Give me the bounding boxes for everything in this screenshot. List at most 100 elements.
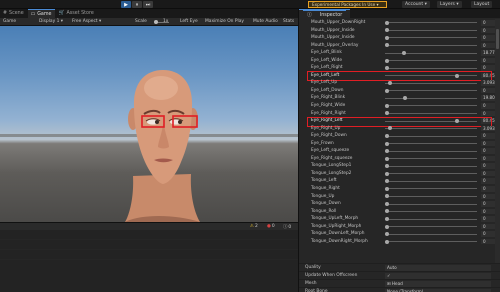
tab-scene[interactable]: # Scene: [0, 9, 28, 18]
stats-toggle[interactable]: Stats: [283, 18, 294, 26]
blendshape-slider-track[interactable]: [385, 52, 477, 54]
warning-icon: ⚠: [250, 224, 254, 229]
blendshape-label: Eye_Right_Up: [311, 125, 341, 131]
blendshape-slider-thumb[interactable]: [385, 164, 389, 169]
blendshape-slider-track[interactable]: [385, 82, 477, 84]
blendshape-slider-track[interactable]: [385, 120, 477, 122]
blendshape-slider-thumb[interactable]: [385, 224, 389, 229]
blendshape-label: Tongue_UpLeft_Morph: [311, 216, 359, 222]
blendshape-row: Eye_Right_Wide 0: [299, 102, 500, 110]
blendshape-slider-track[interactable]: [385, 233, 477, 235]
blendshape-slider-track[interactable]: [385, 158, 477, 160]
blendshape-slider-track[interactable]: [385, 180, 477, 182]
blendshape-row: Tongue_DownRight_Morph 0: [299, 238, 500, 246]
blendshape-slider-track[interactable]: [385, 143, 477, 145]
blendshape-slider-track[interactable]: [385, 60, 477, 62]
console-log-area[interactable]: [0, 230, 298, 292]
blendshape-slider-thumb[interactable]: [385, 88, 389, 93]
blendshape-slider-track[interactable]: [385, 128, 477, 130]
blendshape-slider-thumb[interactable]: [385, 171, 389, 176]
blendshape-slider-thumb[interactable]: [385, 194, 389, 199]
blendshape-slider-track[interactable]: [385, 112, 477, 114]
blendshape-slider-track[interactable]: [385, 135, 477, 137]
scrollbar-thumb[interactable]: [496, 29, 499, 49]
blendshape-slider-track[interactable]: [385, 105, 477, 107]
blendshape-row: Eye_Frown 0: [299, 140, 500, 148]
scale-slider-thumb[interactable]: [154, 20, 158, 24]
warning-count[interactable]: ⚠ 2: [250, 224, 258, 229]
blendshape-slider-track[interactable]: [385, 29, 477, 31]
blendshape-slider-track[interactable]: [385, 211, 477, 213]
blendshape-label: Eye_Left_Blink: [311, 50, 342, 56]
tab-game[interactable]: ▭ Game: [27, 9, 56, 18]
blendshape-slider-thumb[interactable]: [385, 111, 389, 116]
blendshape-slider-thumb[interactable]: [402, 96, 407, 101]
blendshape-slider-thumb[interactable]: [385, 149, 389, 154]
blendshape-slider-track[interactable]: [385, 188, 477, 190]
blendshape-slider-thumb[interactable]: [385, 186, 389, 191]
mute-audio-toggle[interactable]: Mute Audio: [253, 18, 278, 26]
blendshape-slider-thumb[interactable]: [385, 156, 389, 161]
blendshape-slider-track[interactable]: [385, 195, 477, 197]
pause-button[interactable]: ⏸: [132, 1, 142, 8]
blendshape-slider-track[interactable]: [385, 150, 477, 152]
blendshape-slider-thumb[interactable]: [385, 217, 389, 222]
blendshape-slider-track[interactable]: [385, 90, 477, 92]
blendshape-slider-thumb[interactable]: [455, 118, 460, 123]
game-viewport[interactable]: [0, 26, 298, 222]
blendshape-slider-thumb[interactable]: [385, 58, 389, 63]
blendshape-slider-thumb[interactable]: [385, 43, 389, 48]
inspector-scrollbar[interactable]: [495, 19, 500, 263]
blendshape-slider-track[interactable]: [385, 241, 477, 243]
blendshape-label: Tongue_DownRight_Morph: [311, 238, 368, 244]
blendshape-slider-track[interactable]: [385, 218, 477, 220]
blendshape-slider-thumb[interactable]: [385, 209, 389, 214]
inspector-tab[interactable]: ⓘ Inspector: [299, 9, 351, 19]
account-dropdown[interactable]: Account ▾: [402, 1, 430, 8]
play-button[interactable]: ▶: [121, 1, 131, 8]
blendshape-slider-thumb[interactable]: [385, 35, 389, 40]
blendshape-label: Eye_Left_Right: [311, 65, 343, 71]
blendshape-slider-track[interactable]: [385, 45, 477, 47]
blendshape-slider-track[interactable]: [385, 173, 477, 175]
blendshape-label: Tongue_DownLeft_Morph: [311, 231, 365, 237]
blendshape-slider-track[interactable]: [385, 37, 477, 39]
step-button[interactable]: ⏭: [143, 1, 153, 8]
blendshape-slider-thumb[interactable]: [401, 50, 406, 55]
blendshape-label: Eye_Frown: [311, 140, 334, 146]
blendshape-slider-track[interactable]: [385, 67, 477, 69]
blendshape-slider-track[interactable]: [385, 165, 477, 167]
maximize-on-play-toggle[interactable]: Maximize On Play: [205, 18, 244, 26]
blendshape-slider-thumb[interactable]: [385, 141, 389, 146]
blendshape-row: Tongue_DownLeft_Morph 0: [299, 230, 500, 238]
display-number-dropdown[interactable]: Display 1 ▾: [39, 18, 63, 26]
tab-asset-store[interactable]: 🛒 Asset Store: [55, 9, 97, 18]
blendshape-slider-thumb[interactable]: [385, 201, 389, 206]
display-mode-dropdown[interactable]: Game: [3, 18, 16, 26]
blendshape-slider-thumb[interactable]: [387, 126, 392, 131]
blendshape-slider-thumb[interactable]: [385, 66, 389, 71]
blendshape-slider-track[interactable]: [385, 226, 477, 228]
blendshape-slider-thumb[interactable]: [385, 239, 389, 244]
blendshape-slider-track[interactable]: [385, 22, 477, 24]
blendshape-row: Mouth_Upper_DownRight 0: [299, 19, 500, 27]
blendshape-slider-track[interactable]: [385, 203, 477, 205]
blendshape-slider-track[interactable]: [385, 75, 477, 77]
blendshape-slider-thumb[interactable]: [455, 73, 460, 78]
blendshape-slider-thumb[interactable]: [385, 20, 389, 25]
blendshape-slider-thumb[interactable]: [385, 28, 389, 33]
blendshape-slider-track[interactable]: [385, 97, 477, 99]
blendshape-slider-thumb[interactable]: [385, 134, 389, 138]
error-count[interactable]: ● 0: [267, 224, 275, 229]
aspect-dropdown[interactable]: Free Aspect ▾: [72, 18, 101, 26]
blendshape-slider-thumb[interactable]: [385, 179, 389, 184]
blendshape-slider-thumb[interactable]: [385, 232, 389, 237]
blendshape-row: Eye_Left_Wide 0: [299, 57, 500, 65]
blendshape-label: Tongue_Roll: [311, 208, 337, 214]
blendshape-slider-thumb[interactable]: [385, 103, 389, 108]
experimental-packages-dropdown[interactable]: Experimental Packages In Use ▾: [308, 1, 387, 8]
layers-dropdown[interactable]: Layers ▾: [437, 1, 462, 8]
blendshape-slider-thumb[interactable]: [387, 81, 392, 86]
layout-dropdown[interactable]: Layout: [471, 1, 493, 8]
blendshape-label: Eye_Left_Left: [311, 72, 340, 78]
